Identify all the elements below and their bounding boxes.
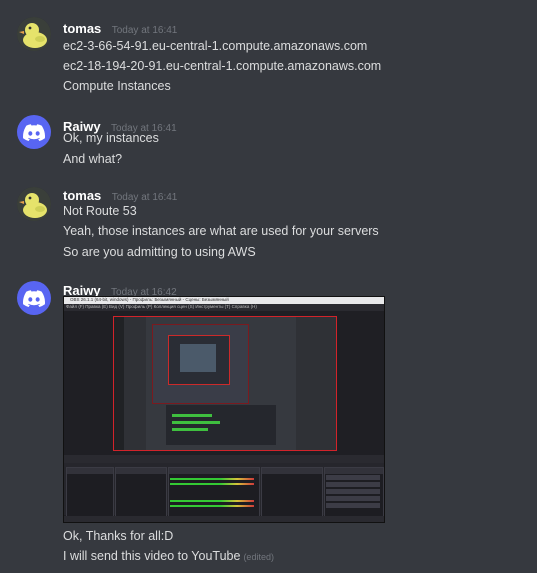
audio-meter [170, 478, 254, 480]
user-avatar[interactable] [17, 115, 51, 149]
message-text: ec2-18-194-20-91.eu-central-1.compute.am… [63, 59, 382, 73]
nested-obs-window [180, 344, 216, 372]
message-text: Not Route 53 [63, 204, 137, 218]
user-avatar[interactable] [17, 187, 51, 221]
nested-server-sidebar [114, 317, 124, 450]
username[interactable]: tomas [63, 188, 101, 203]
message-text: Ok, Thanks for all:D [63, 529, 174, 543]
obs-preview [113, 316, 337, 451]
obs-transitions-dock [261, 467, 323, 517]
message-text: Yeah, those instances are what are used … [63, 224, 379, 238]
obs-control-button [326, 482, 380, 487]
obs-title-text: OBS 26.1.1 (64-bit, windows) - Профиль: … [70, 297, 229, 302]
nested-audio-mixer [166, 405, 276, 445]
message-text: So are you admitting to using AWS [63, 245, 256, 259]
nested-member-list [296, 317, 336, 450]
message-text: ec2-3-66-54-91.eu-central-1.compute.amaz… [63, 39, 368, 53]
duck-avatar-icon [17, 17, 51, 51]
message-text: Compute Instances [63, 79, 171, 93]
message-header: tomas Today at 16:41 [63, 187, 177, 205]
discord-logo-icon [23, 289, 45, 307]
audio-meter [170, 483, 254, 485]
obs-control-button [326, 489, 380, 494]
message-header: tomas Today at 16:41 [63, 20, 177, 38]
user-avatar[interactable] [17, 281, 51, 315]
obs-menu-bar: Файл (F) Правка (E) Вид (V) Профиль (P) … [64, 304, 384, 311]
username[interactable]: tomas [63, 21, 101, 36]
obs-control-button [326, 503, 380, 508]
timestamp: Today at 16:41 [111, 25, 178, 36]
obs-mixer-dock [168, 467, 260, 517]
message-text-content: I will send this video to YouTube [63, 549, 241, 563]
obs-menu-text: Файл (F) Правка (E) Вид (V) Профиль (P) … [66, 304, 257, 309]
duck-avatar-icon [17, 187, 51, 221]
discord-logo-icon [23, 123, 45, 141]
message-text: And what? [63, 152, 123, 166]
nested-meter [172, 421, 220, 424]
message-text: I will send this video to YouTube (edited… [63, 549, 274, 563]
obs-control-button [326, 496, 380, 501]
obs-scene-bar [64, 455, 384, 463]
nested-channel-list [124, 317, 146, 450]
obs-scenes-dock [66, 467, 114, 517]
obs-status-bar [64, 516, 384, 522]
audio-meter [170, 500, 254, 502]
message-text: Ok, my instances [63, 131, 159, 145]
nested-meter [172, 428, 208, 431]
user-avatar[interactable] [17, 17, 51, 51]
obs-sources-dock [115, 467, 167, 517]
obs-control-button [326, 475, 380, 480]
audio-meter [170, 505, 254, 507]
obs-title-bar: OBS 26.1.1 (64-bit, windows) - Профиль: … [64, 297, 384, 304]
image-attachment[interactable]: OBS 26.1.1 (64-bit, windows) - Профиль: … [63, 296, 385, 523]
timestamp: Today at 16:41 [111, 192, 178, 203]
edited-label: (edited) [243, 552, 274, 562]
nested-meter [172, 414, 212, 417]
